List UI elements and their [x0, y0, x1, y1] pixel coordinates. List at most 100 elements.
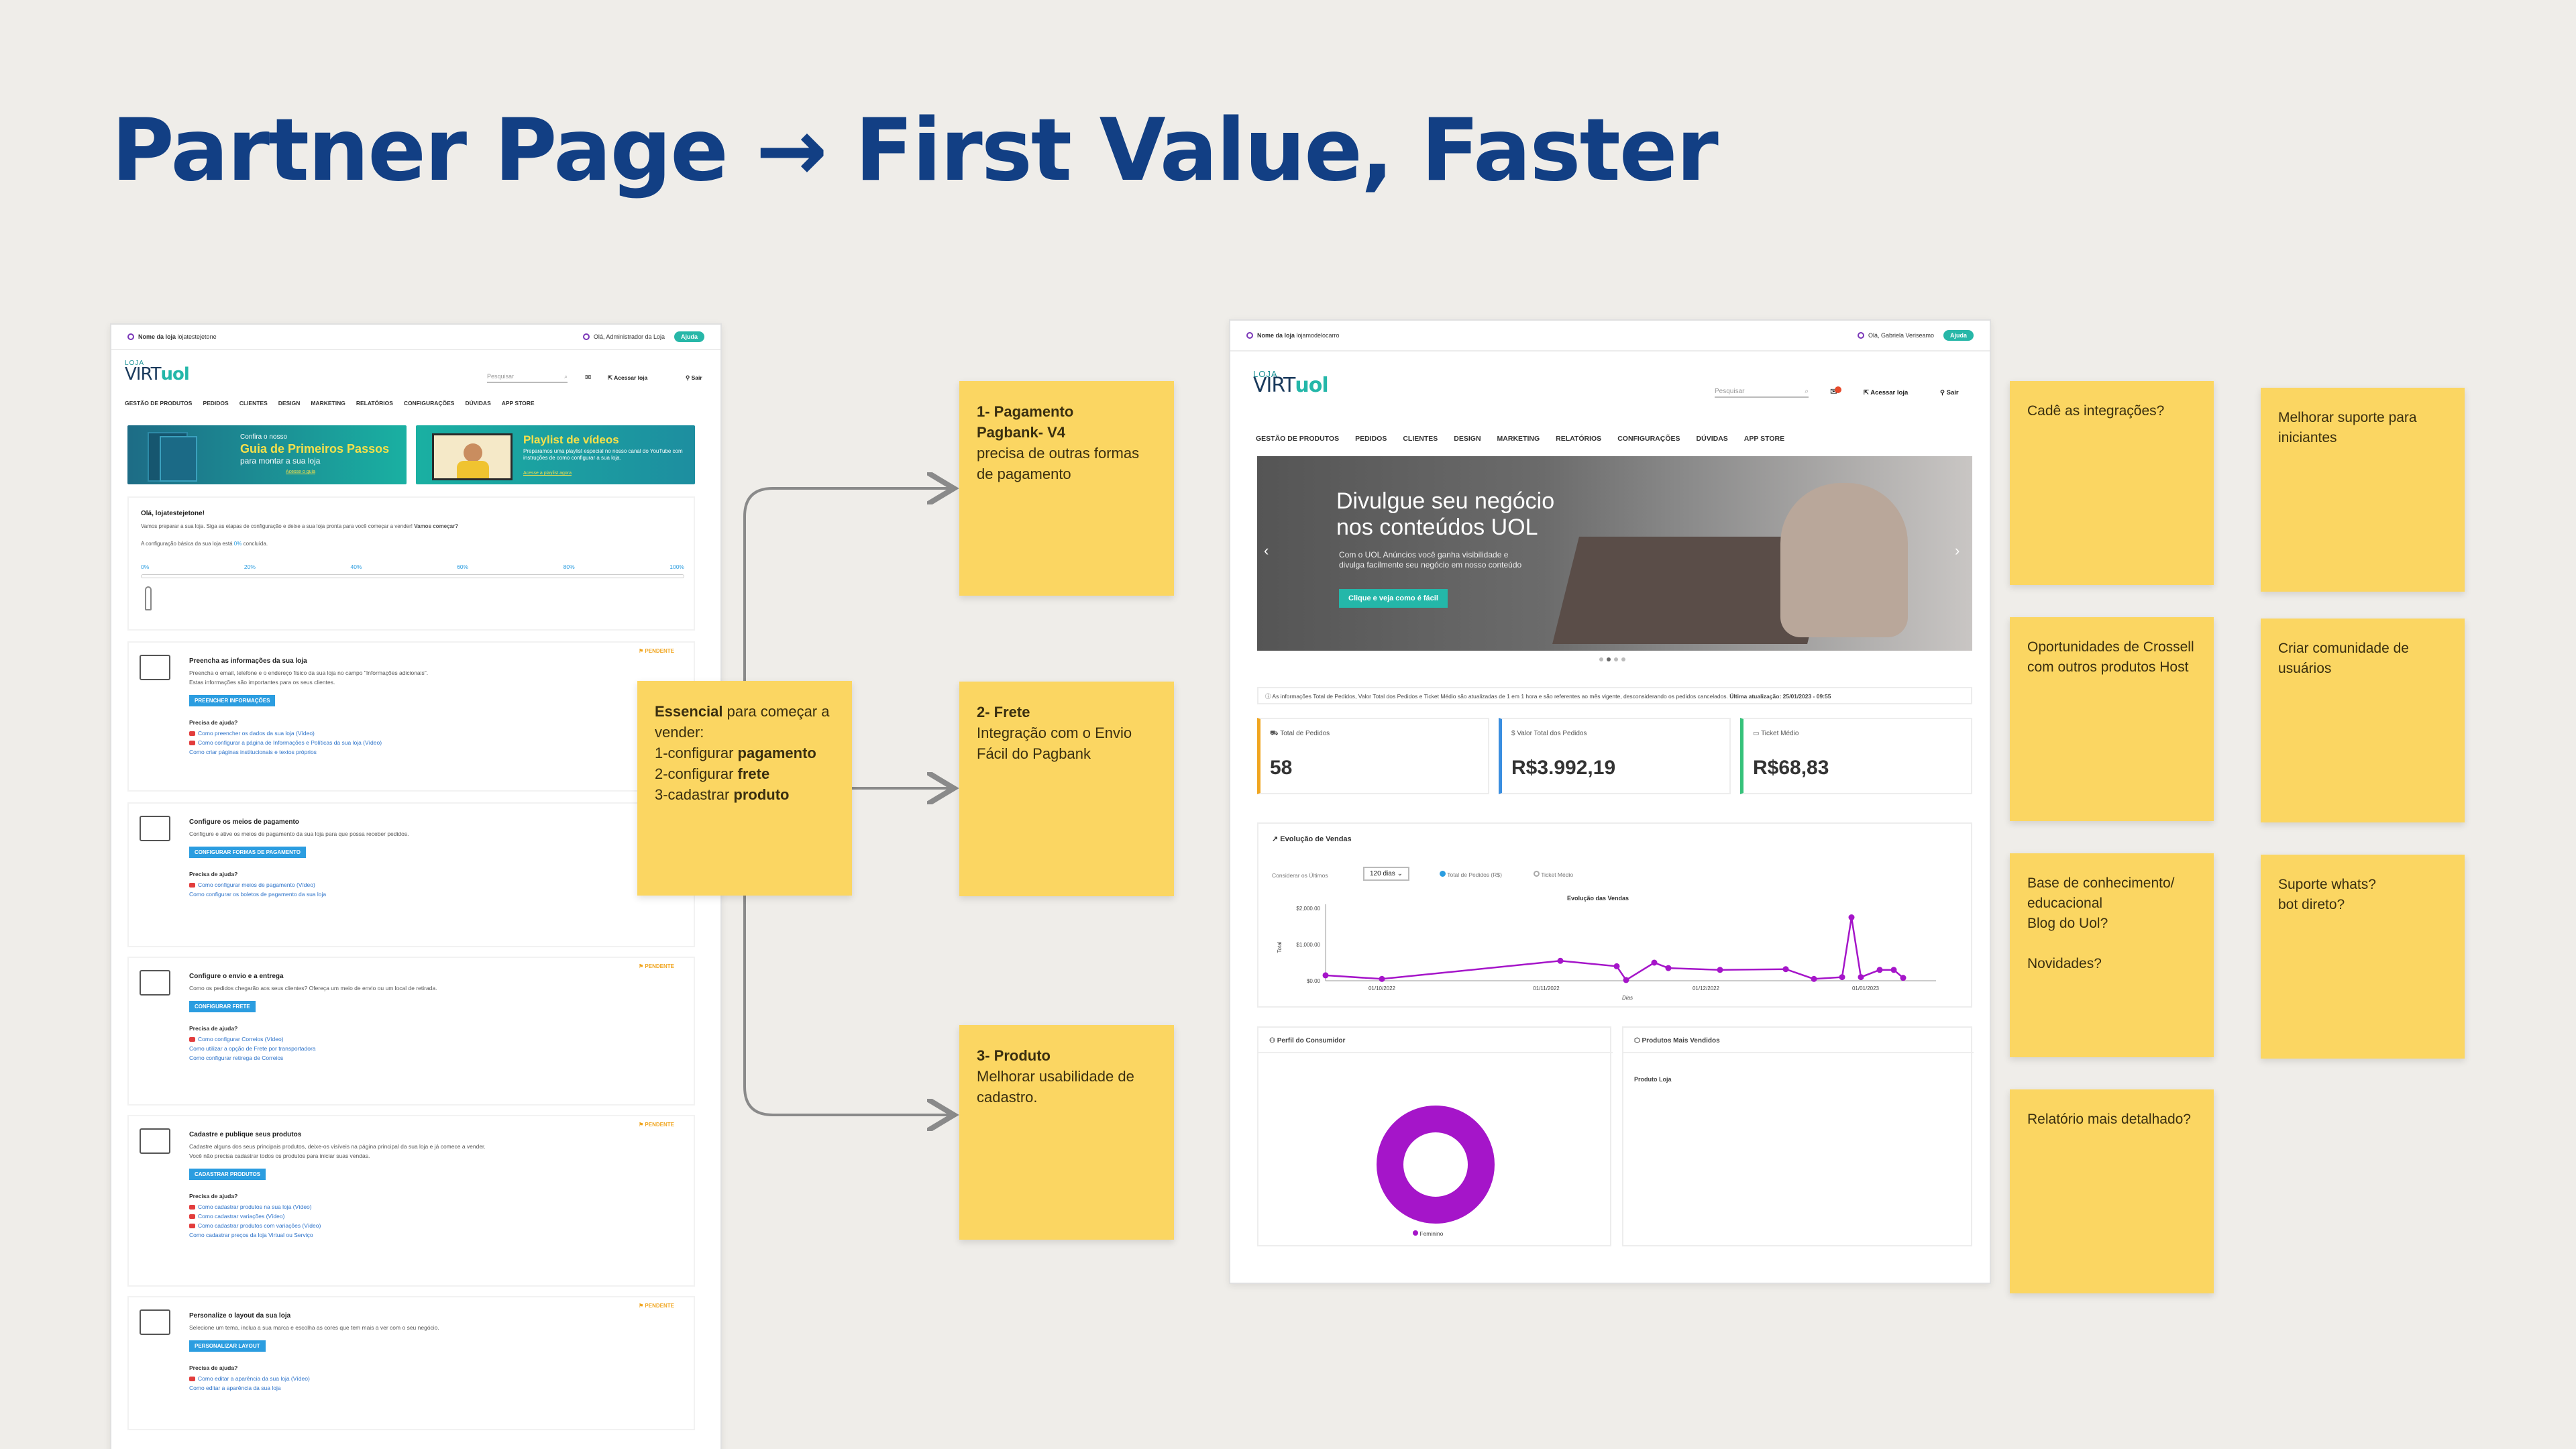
- help-link[interactable]: Como configurar retirega de Correios: [189, 1055, 283, 1061]
- x-tick-label: 01/12/2022: [1693, 985, 1720, 991]
- youtube-icon: [189, 1214, 195, 1220]
- menu-settings[interactable]: CONFIGURAÇÕES: [404, 400, 455, 407]
- thermometer-icon: [145, 586, 152, 610]
- help-link[interactable]: Como utilizar a opção de Frete por trans…: [189, 1045, 316, 1052]
- help-link[interactable]: Como configurar Correios (Vídeo): [189, 1036, 284, 1042]
- step-title: Personalize o layout da sua loja: [189, 1312, 291, 1320]
- menu-design[interactable]: DESIGN: [278, 400, 301, 407]
- pending-badge: ⚑ PENDENTE: [639, 1303, 674, 1309]
- hero-cta-button[interactable]: Clique e veja como é fácil: [1339, 589, 1448, 608]
- help-link[interactable]: Como editar a aparência da sua loja (Víd…: [189, 1375, 310, 1382]
- menu-settings[interactable]: CONFIGURAÇÕES: [1617, 435, 1680, 443]
- period-select[interactable]: 120 dias ⌄: [1363, 867, 1409, 881]
- menu-orders[interactable]: PEDIDOS: [203, 400, 228, 407]
- step-action-button[interactable]: CONFIGURAR FORMAS DE PAGAMENTO: [189, 847, 306, 858]
- search-input[interactable]: Pesquisar ⌕: [1715, 388, 1809, 398]
- chevron-right-icon[interactable]: ›: [1955, 542, 1960, 559]
- chart-icon: ↗: [1272, 835, 1279, 843]
- layout-icon: [140, 1309, 170, 1335]
- series-line: [1325, 917, 1904, 981]
- menu-faq[interactable]: DÚVIDAS: [465, 400, 490, 407]
- help-link[interactable]: Como cadastrar produtos com variações (V…: [189, 1222, 321, 1229]
- menu-clients[interactable]: CLIENTES: [1403, 435, 1438, 443]
- menu-orders[interactable]: PEDIDOS: [1355, 435, 1387, 443]
- note-essential: Essencial para começar a vender: 1-confi…: [637, 681, 852, 896]
- chevron-left-icon[interactable]: ‹: [1264, 542, 1269, 559]
- playlist-banner[interactable]: Playlist de vídeos Preparamos uma playli…: [416, 425, 695, 484]
- donut-legend: Feminino: [1413, 1230, 1443, 1237]
- menu-products[interactable]: GESTÃO DE PRODUTOS: [1256, 435, 1339, 443]
- menu-faq[interactable]: DÚVIDAS: [1697, 435, 1728, 443]
- note-knowledge-base: Base de conhecimento/ educacional Blog d…: [2010, 853, 2214, 1057]
- youtube-icon: [189, 741, 195, 746]
- access-store-link[interactable]: ⇱ Acessar loja: [1864, 389, 1908, 396]
- ticket-icon: ▭: [1753, 730, 1760, 737]
- menu-design[interactable]: DESIGN: [1454, 435, 1481, 443]
- search-icon: ⌕: [1805, 388, 1809, 395]
- hero-carousel[interactable]: Divulgue seu negócio nos conteúdos UOL C…: [1257, 456, 1972, 651]
- help-link[interactable]: Como criar páginas institucionais e text…: [189, 749, 317, 755]
- external-icon: ⇱: [1864, 389, 1869, 396]
- menu-reports[interactable]: RELATÓRIOS: [1556, 435, 1601, 443]
- onboarding-screen: Nome da loja lojatestejetone Olá, Admini…: [110, 323, 722, 1449]
- y-tick-label: $0.00: [1307, 978, 1321, 984]
- chevron-down-icon: ⌄: [1397, 870, 1403, 877]
- menu-products[interactable]: GESTÃO DE PRODUTOS: [125, 400, 192, 407]
- menu-marketing[interactable]: MARKETING: [311, 400, 345, 407]
- store-name: lojatestejetone: [177, 333, 217, 340]
- help-link[interactable]: Como cadastrar produtos na sua loja (Víd…: [189, 1203, 312, 1210]
- store-icon: [127, 333, 134, 340]
- radio-total[interactable]: Total de Pedidos (R$): [1440, 871, 1502, 878]
- pending-badge: ⚑ PENDENTE: [639, 648, 674, 654]
- step-action-button[interactable]: PERSONALIZAR LAYOUT: [189, 1340, 266, 1352]
- menu-clients[interactable]: CLIENTES: [239, 400, 268, 407]
- y-tick-label: $1,000.00: [1296, 942, 1320, 948]
- note-report: Relatório mais detalhado?: [2010, 1089, 2214, 1293]
- data-point: [1858, 974, 1864, 981]
- cart-icon[interactable]: ✉: [1830, 386, 1841, 397]
- logo[interactable]: LOJA VIRTuol: [1253, 369, 1329, 397]
- note-support-beginners: Melhorar suporte para iniciantes: [2261, 388, 2465, 592]
- help-link[interactable]: Como preencher os dados da sua loja (Víd…: [189, 730, 315, 737]
- help-button[interactable]: Ajuda: [1943, 330, 1974, 341]
- carousel-dots[interactable]: [1599, 657, 1625, 661]
- note-shipping: 2- Frete Integração com o Envio Fácil do…: [959, 682, 1174, 896]
- welcome-card: Olá, lojatestejetone! Vamos preparar a s…: [127, 496, 695, 631]
- progress-ticks: 0% 20% 40% 60% 80% 100%: [141, 564, 684, 570]
- help-link[interactable]: Como cadastrar preços da loja Virtual ou…: [189, 1232, 313, 1238]
- step-action-button[interactable]: CONFIGURAR FRETE: [189, 1001, 256, 1012]
- youtube-icon: [189, 1037, 195, 1042]
- logo[interactable]: LOJA VIRTuol: [125, 360, 190, 384]
- x-tick-label: 01/10/2022: [1368, 985, 1396, 991]
- help-link[interactable]: Como configurar os boletos de pagamento …: [189, 891, 326, 898]
- money-icon: $: [1511, 730, 1515, 737]
- radio-ticket[interactable]: Ticket Médio: [1534, 871, 1573, 878]
- data-point: [1717, 967, 1723, 973]
- menu-app-store[interactable]: APP STORE: [1744, 435, 1784, 443]
- main-menu: GESTÃO DE PRODUTOS PEDIDOS CLIENTES DESI…: [1256, 435, 1784, 443]
- setup-step-card: ⚑ PENDENTEConfigure os meios de pagament…: [127, 802, 695, 947]
- search-input[interactable]: Pesquisar ⌕: [487, 373, 568, 383]
- help-button[interactable]: Ajuda: [674, 331, 704, 342]
- help-link[interactable]: Como cadastrar variações (Vídeo): [189, 1213, 284, 1220]
- help-link[interactable]: Como configurar meios de pagamento (Víde…: [189, 881, 315, 888]
- main-menu: GESTÃO DE PRODUTOS PEDIDOS CLIENTES DESI…: [125, 400, 535, 407]
- logout-link[interactable]: ⚲ Sair: [686, 374, 702, 382]
- guide-banner[interactable]: Confira o nosso Guia de Primeiros Passos…: [127, 425, 407, 484]
- y-tick-label: $2,000.00: [1296, 906, 1320, 912]
- menu-app-store[interactable]: APP STORE: [502, 400, 535, 407]
- cart-icon: ⛟: [1270, 730, 1279, 737]
- step-action-button[interactable]: CADASTRAR PRODUTOS: [189, 1169, 266, 1180]
- help-link[interactable]: Como configurar a página de Informações …: [189, 739, 382, 746]
- step-action-button[interactable]: PREENCHER INFORMAÇÕES: [189, 695, 276, 706]
- data-point: [1876, 967, 1883, 973]
- data-point: [1623, 977, 1629, 983]
- note-payment: 1- Pagamento Pagbank- V4 precisa de outr…: [959, 381, 1174, 596]
- help-link[interactable]: Como editar a aparência da sua loja: [189, 1385, 281, 1391]
- logout-link[interactable]: ⚲ Sair: [1940, 389, 1959, 396]
- x-tick-label: 01/11/2022: [1533, 985, 1560, 991]
- menu-reports[interactable]: RELATÓRIOS: [356, 400, 393, 407]
- cart-icon[interactable]: ✉: [585, 373, 591, 382]
- menu-marketing[interactable]: MARKETING: [1497, 435, 1540, 443]
- access-store-link[interactable]: ⇱ Acessar loja: [608, 374, 647, 382]
